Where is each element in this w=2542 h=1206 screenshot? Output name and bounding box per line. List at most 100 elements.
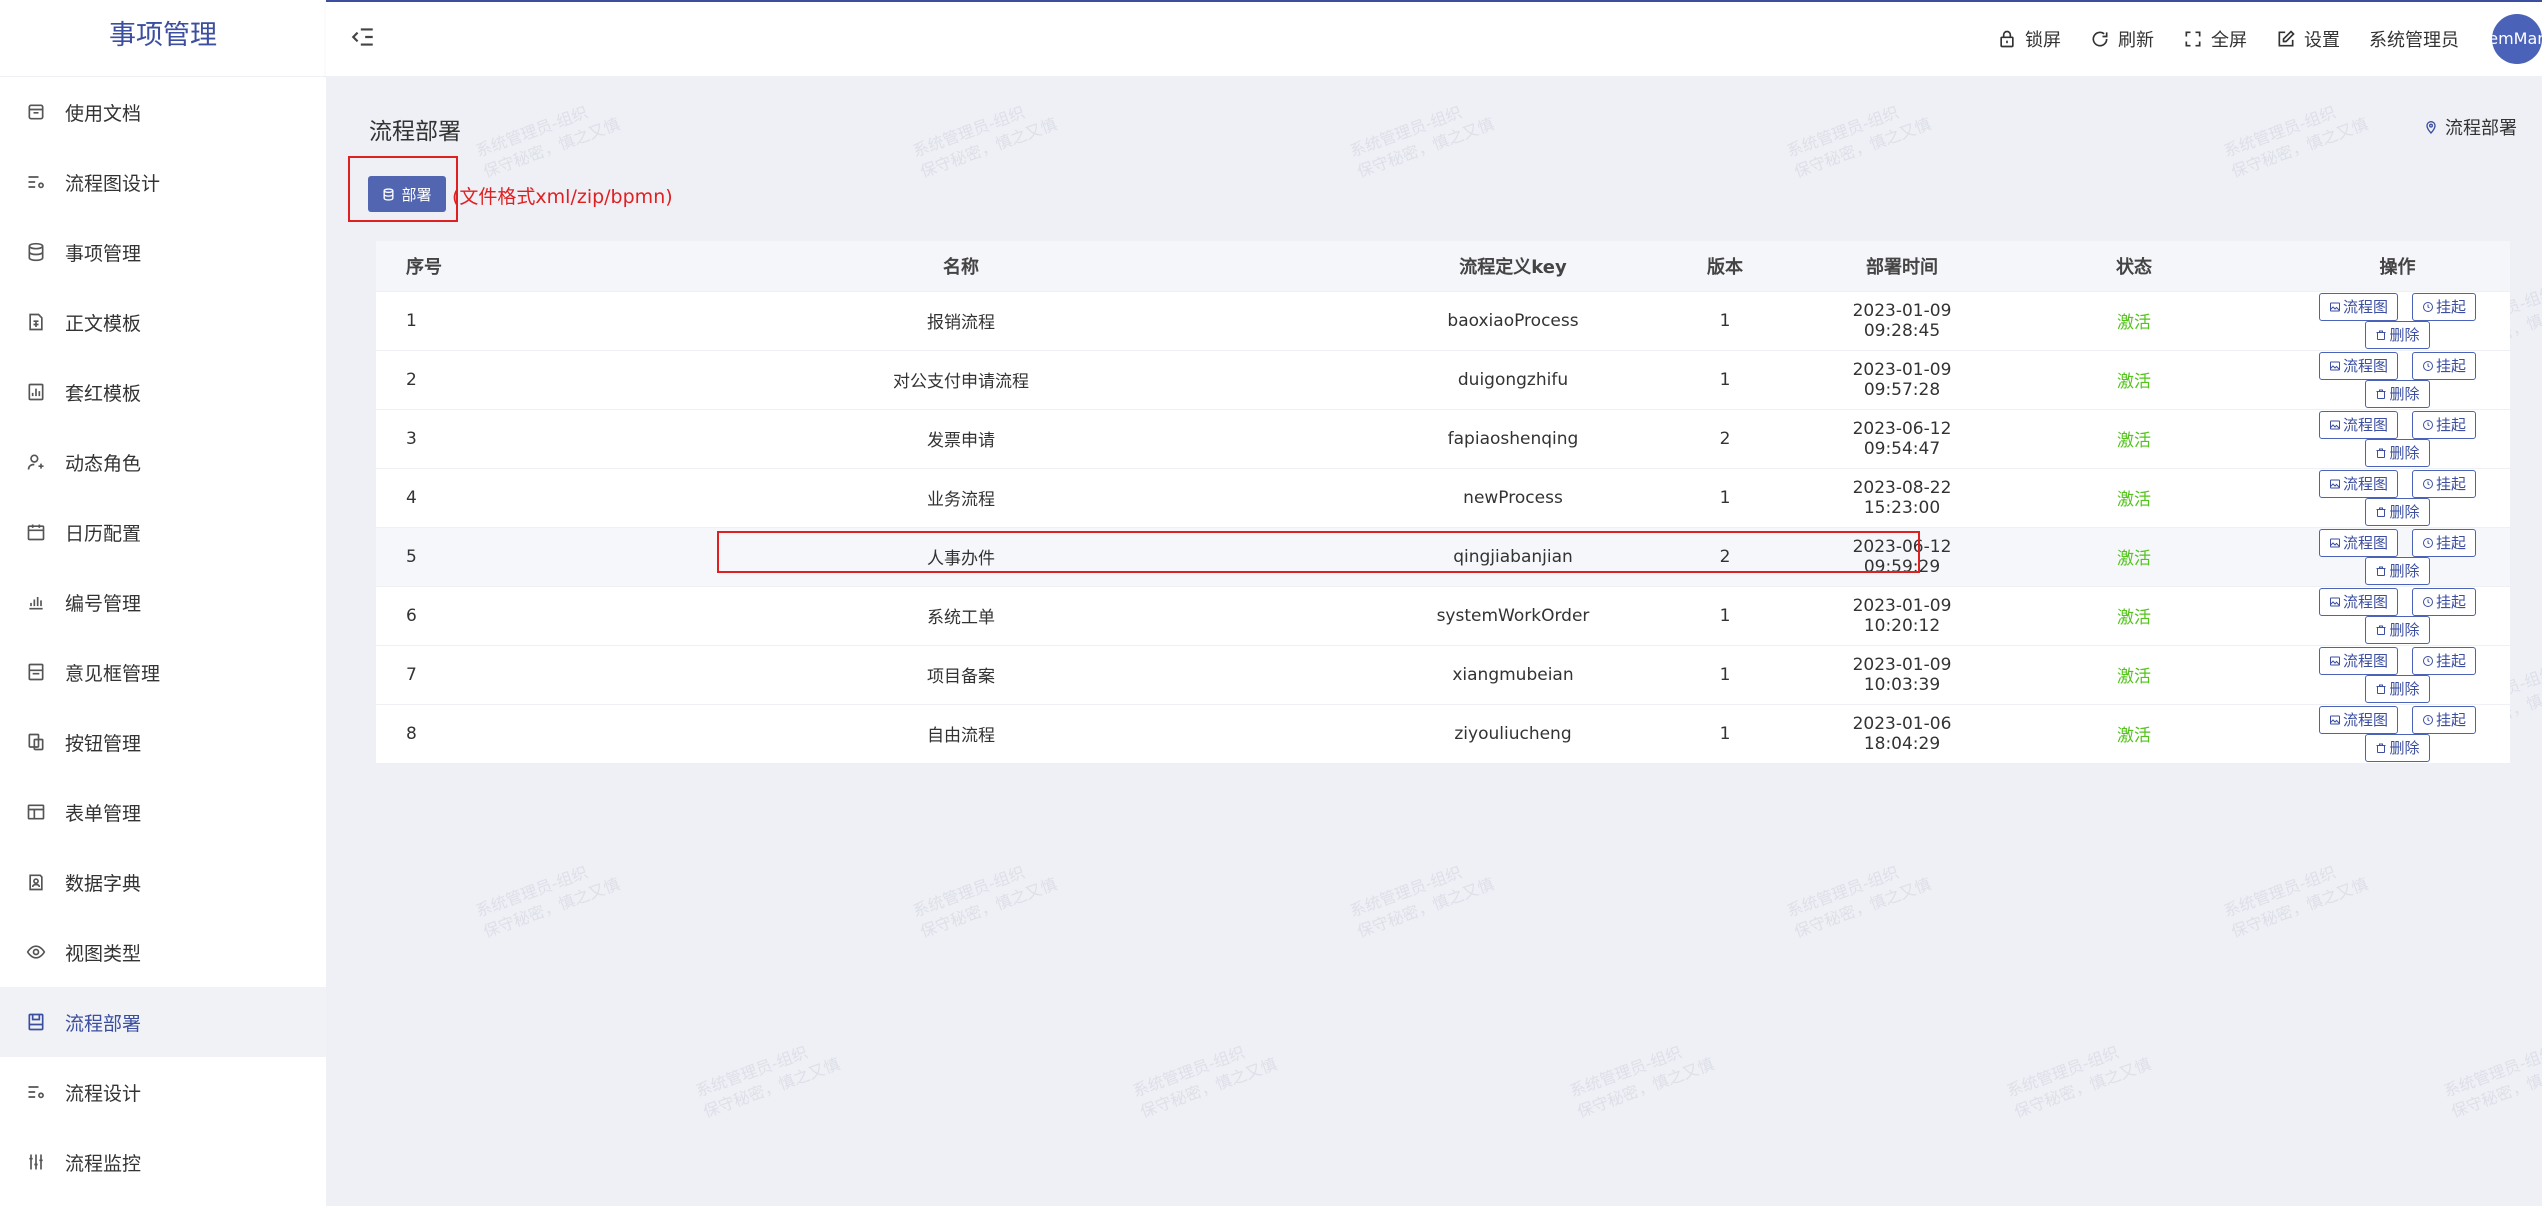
cell-key: fapiaoshenqing [1397,408,1629,468]
watermark: 系统管理员-组织保守秘密，慎之又慎 [1347,853,1497,944]
delete-button-label: 删除 [2389,680,2420,698]
flowchart-button[interactable]: 流程图 [2318,292,2398,321]
breadcrumb-item[interactable]: 流程部署 [2445,114,2517,140]
sidebar-item-5[interactable]: 套红模板 [0,357,326,427]
sidebar-item-13[interactable]: 视图类型 [0,917,326,987]
cell-version: 2 [1629,408,1821,468]
suspend-clock-icon [2423,655,2433,666]
app-title: 事项管理 [0,0,326,77]
deploy-hint: (文件格式xml/zip/bpmn) [452,186,673,208]
sidebar-item-label: 使用文档 [65,102,142,125]
suspend-button[interactable]: 挂起 [2412,351,2477,380]
sidebar-item-11[interactable]: 表单管理 [0,777,326,847]
flowchart-button[interactable]: 流程图 [2318,469,2398,498]
sidebar-item-16[interactable]: 流程监控 [0,1127,326,1197]
suspend-button[interactable]: 挂起 [2412,469,2477,498]
sidebar-item-3[interactable]: 事项管理 [0,217,326,287]
flowchart-button[interactable]: 流程图 [2318,587,2398,616]
user-plus-icon [26,452,46,472]
cell-index: 7 [376,644,525,704]
suspend-button[interactable]: 挂起 [2412,587,2477,616]
watermark-line: 系统管理员-组织 [910,862,1028,921]
delete-button[interactable]: 删除 [2365,615,2430,644]
cell-key: xiangmubeian [1397,644,1629,704]
database-icon [26,242,46,262]
settings-button[interactable]: 设置 [2276,26,2340,52]
document-box-icon [26,102,46,122]
sidebar-item-4[interactable]: 正文模板 [0,287,326,357]
suspend-clock-icon [2423,419,2433,430]
sidebar-item-12[interactable]: 数据字典 [0,847,326,917]
cell-index: 8 [376,703,525,763]
suspend-button-label: 挂起 [2436,298,2467,316]
suspend-button[interactable]: 挂起 [2412,705,2477,734]
flowchart-button[interactable]: 流程图 [2318,705,2398,734]
sidebar-item-1[interactable]: 使用文档 [0,77,326,147]
flowchart-button[interactable]: 流程图 [2318,528,2398,557]
delete-button[interactable]: 删除 [2365,556,2430,585]
flowchart-button-label: 流程图 [2342,534,2388,552]
sidebar-item-6[interactable]: 动态角色 [0,427,326,497]
delete-button[interactable]: 删除 [2365,379,2430,408]
sidebar: 事项管理 使用文档 流程图设计 事项管理 正文模板 套红模板 动态角色 日历配置 编号管理 意见… [0,0,327,1206]
sidebar-item-2[interactable]: 流程图设计 [0,147,326,217]
sidebar-item-9[interactable]: 意见框管理 [0,637,326,707]
fullscreen-icon [2185,31,2201,47]
flowchart-button[interactable]: 流程图 [2318,351,2398,380]
flowchart-button[interactable]: 流程图 [2318,646,2398,675]
column-header-actions: 操作 [2379,256,2416,278]
sidebar-item-10[interactable]: 按钮管理 [0,707,326,777]
cell-key: ziyouliucheng [1397,703,1629,763]
trash-icon [2376,625,2386,635]
table-row: 2 对公支付申请流程 duigongzhifu 1 2023-01-09 09:57:2… [376,349,2510,409]
delete-button[interactable]: 删除 [2365,674,2430,703]
user-name[interactable]: 系统管理员 [2369,26,2459,52]
sidebar-item-15[interactable]: 流程设计 [0,1057,326,1127]
column-header-version: 版本 [1707,256,1743,278]
watermark-line: 系统管理员-组织 [2221,862,2339,921]
cell-key: qingjiabanjian [1397,526,1629,586]
calendar-icon [26,522,46,542]
cell-version: 2 [1629,526,1821,586]
deploy-button[interactable]: 部署 [368,176,446,212]
lock-button[interactable]: 锁屏 [1997,26,2061,52]
location-pin-icon [2426,121,2436,134]
flowchart-button[interactable]: 流程图 [2318,410,2398,439]
dictionary-icon [26,872,46,892]
delete-button[interactable]: 删除 [2365,320,2430,349]
cell-key: baoxiaoProcess [1397,290,1629,350]
delete-button[interactable]: 删除 [2365,438,2430,467]
fullscreen-button[interactable]: 全屏 [2183,26,2247,52]
flowchart-button-label: 流程图 [2342,652,2388,670]
watermark-line: 保守秘密，慎之又慎 [917,114,1060,182]
delete-button[interactable]: 删除 [2365,733,2430,762]
suspend-button[interactable]: 挂起 [2412,646,2477,675]
delete-button-label: 删除 [2389,739,2420,757]
suspend-clock-icon [2423,360,2433,371]
sidebar-item-7[interactable]: 日历配置 [0,497,326,567]
sidebar-item-14[interactable]: 流程部署 [0,987,326,1057]
cell-version: 1 [1629,703,1821,763]
suspend-clock-icon [2423,478,2433,489]
sidebar-item-8[interactable]: 编号管理 [0,567,326,637]
suspend-clock-icon [2423,537,2433,548]
refresh-button[interactable]: 刷新 [2090,26,2154,52]
table-row: 6 系统工单 systemWorkOrder 1 2023-01-09 10:20:12… [376,585,2510,645]
cell-actions: 流程图 挂起 删除 [2285,585,2510,645]
column-header-key: 流程定义key [1459,256,1567,278]
column-header-deploy-time: 部署时间 [1866,256,1938,278]
watermark-line: 系统管理员-组织 [2441,1042,2542,1101]
suspend-button[interactable]: 挂起 [2412,410,2477,439]
cell-index: 6 [376,585,525,645]
avatar[interactable]: SystemManager [2492,14,2542,64]
collapse-sidebar-icon[interactable] [350,24,376,50]
table-row: 1 报销流程 baoxiaoProcess 1 2023-01-09 09:28:45 激… [376,290,2510,350]
copy-icon [26,732,46,752]
suspend-button[interactable]: 挂起 [2412,528,2477,557]
watermark-line: 系统管理员-组织 [1567,1042,1685,1101]
cell-index: 3 [376,408,525,468]
delete-button[interactable]: 删除 [2365,497,2430,526]
watermark-line: 系统管理员-组织 [1347,102,1465,161]
suspend-button[interactable]: 挂起 [2412,292,2477,321]
watermark-line: 保守秘密，慎之又慎 [1574,1054,1717,1122]
